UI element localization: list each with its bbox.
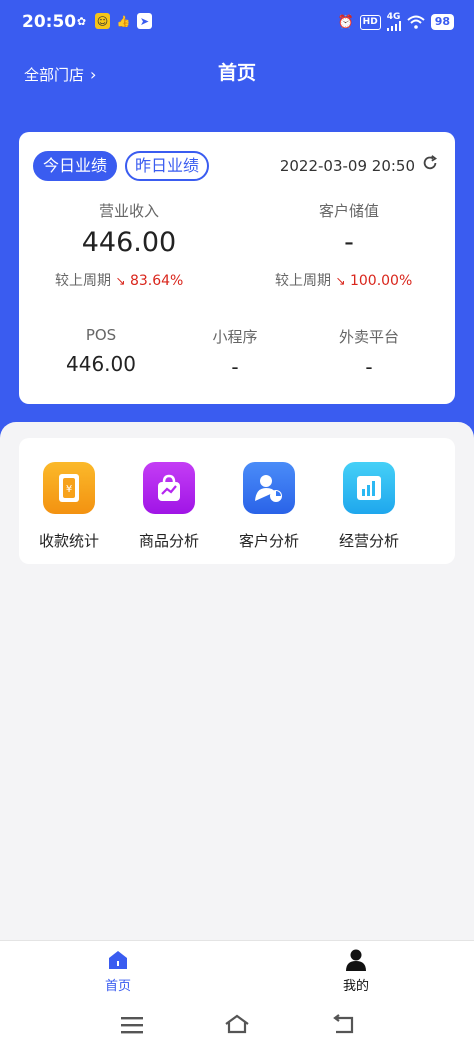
tab-yesterday[interactable]: 昨日业绩 bbox=[125, 151, 210, 181]
datetime-label: 2022-03-09 20:50 bbox=[279, 157, 415, 175]
channel-value: 446.00 bbox=[66, 352, 136, 376]
thumbs-up-icon: 👍 bbox=[116, 14, 131, 28]
stored-value-compare-label: 较上周期 bbox=[275, 273, 331, 289]
signal-icon bbox=[386, 21, 401, 31]
nav-home-label: 首页 bbox=[104, 979, 131, 994]
feature-product-analysis[interactable]: 商品分析 bbox=[119, 448, 219, 551]
feature-label: 收款统计 bbox=[38, 532, 99, 550]
feature-label: 客户分析 bbox=[238, 532, 299, 550]
refresh-icon[interactable] bbox=[421, 154, 439, 172]
product-analysis-icon bbox=[143, 462, 195, 514]
status-time: 20:50 bbox=[22, 12, 77, 32]
stored-value-label: 客户储值 bbox=[318, 202, 379, 220]
channel-mini-program: 小程序 - bbox=[175, 326, 295, 379]
channel-value: - bbox=[365, 355, 373, 379]
customer-analysis-icon bbox=[243, 462, 295, 514]
battery-indicator: 98 bbox=[430, 14, 454, 30]
bottom-nav: 首页 我的 bbox=[0, 940, 474, 998]
wifi-icon bbox=[407, 15, 425, 29]
channel-delivery: 外卖平台 - bbox=[309, 326, 429, 379]
revenue-value: 446.00 bbox=[81, 227, 177, 258]
hd-badge: HD bbox=[359, 14, 381, 30]
revenue-compare-value: 83.64% bbox=[129, 273, 184, 289]
app-notification-icon: ☺ bbox=[95, 13, 110, 29]
profile-icon bbox=[346, 949, 366, 971]
revenue-metric: 营业收入 446.00 bbox=[49, 200, 209, 258]
trend-down-icon: ↘ bbox=[335, 274, 346, 288]
channel-label: 小程序 bbox=[212, 328, 258, 346]
revenue-compare-label: 较上周期 bbox=[55, 273, 111, 289]
revenue-compare: 较上周期 ↘ 83.64% bbox=[55, 270, 183, 290]
home-button-icon[interactable] bbox=[224, 1014, 250, 1034]
system-nav-bar bbox=[0, 998, 474, 1053]
payment-stats-icon: ¥ bbox=[43, 462, 95, 514]
feature-panel: ¥ 收款统计 商品分析 客户分析 经营分析 bbox=[0, 422, 474, 962]
performance-card: 今日业绩 昨日业绩 2022-03-09 20:50 营业收入 446.00 较… bbox=[19, 132, 455, 404]
business-analysis-icon bbox=[343, 462, 395, 514]
stored-value-metric: 客户储值 - bbox=[269, 200, 429, 258]
page-title: 首页 bbox=[217, 62, 256, 84]
revenue-label: 营业收入 bbox=[98, 202, 159, 220]
channel-value: - bbox=[231, 355, 239, 379]
status-bar: 20:50 ✿ ☺ 👍 ➤ ⏰ HD 4G 98 bbox=[0, 0, 474, 46]
message-app-icon: ➤ bbox=[137, 13, 152, 29]
trend-down-icon: ↘ bbox=[115, 274, 126, 288]
feature-customer-analysis[interactable]: 客户分析 bbox=[219, 448, 319, 551]
channel-label: 外卖平台 bbox=[338, 328, 399, 346]
network-type: 4G bbox=[386, 12, 401, 22]
stored-value-compare: 较上周期 ↘ 100.00% bbox=[275, 270, 412, 290]
svg-text:¥: ¥ bbox=[66, 484, 72, 495]
alarm-icon: ⏰ bbox=[337, 14, 354, 30]
back-icon[interactable] bbox=[332, 1014, 354, 1034]
channel-pos: POS 446.00 bbox=[41, 326, 161, 376]
feature-label: 商品分析 bbox=[138, 532, 199, 550]
feature-payment-stats[interactable]: ¥ 收款统计 bbox=[19, 448, 119, 551]
tab-today[interactable]: 今日业绩 bbox=[33, 151, 118, 181]
feature-card: ¥ 收款统计 商品分析 客户分析 经营分析 bbox=[19, 438, 455, 564]
menu-icon[interactable] bbox=[121, 1016, 143, 1034]
stored-value-value: - bbox=[344, 227, 354, 258]
stored-value-compare-value: 100.00% bbox=[349, 273, 413, 289]
home-icon bbox=[109, 951, 127, 969]
feature-label: 经营分析 bbox=[338, 532, 399, 550]
network-indicator: 4G bbox=[386, 12, 401, 31]
channel-label: POS bbox=[85, 326, 117, 344]
feature-business-analysis[interactable]: 经营分析 bbox=[319, 448, 419, 551]
nav-home[interactable]: 首页 bbox=[78, 949, 158, 994]
nav-profile[interactable]: 我的 bbox=[316, 949, 396, 994]
nav-profile-label: 我的 bbox=[342, 979, 369, 994]
notification-icon: ✿ bbox=[76, 14, 87, 28]
